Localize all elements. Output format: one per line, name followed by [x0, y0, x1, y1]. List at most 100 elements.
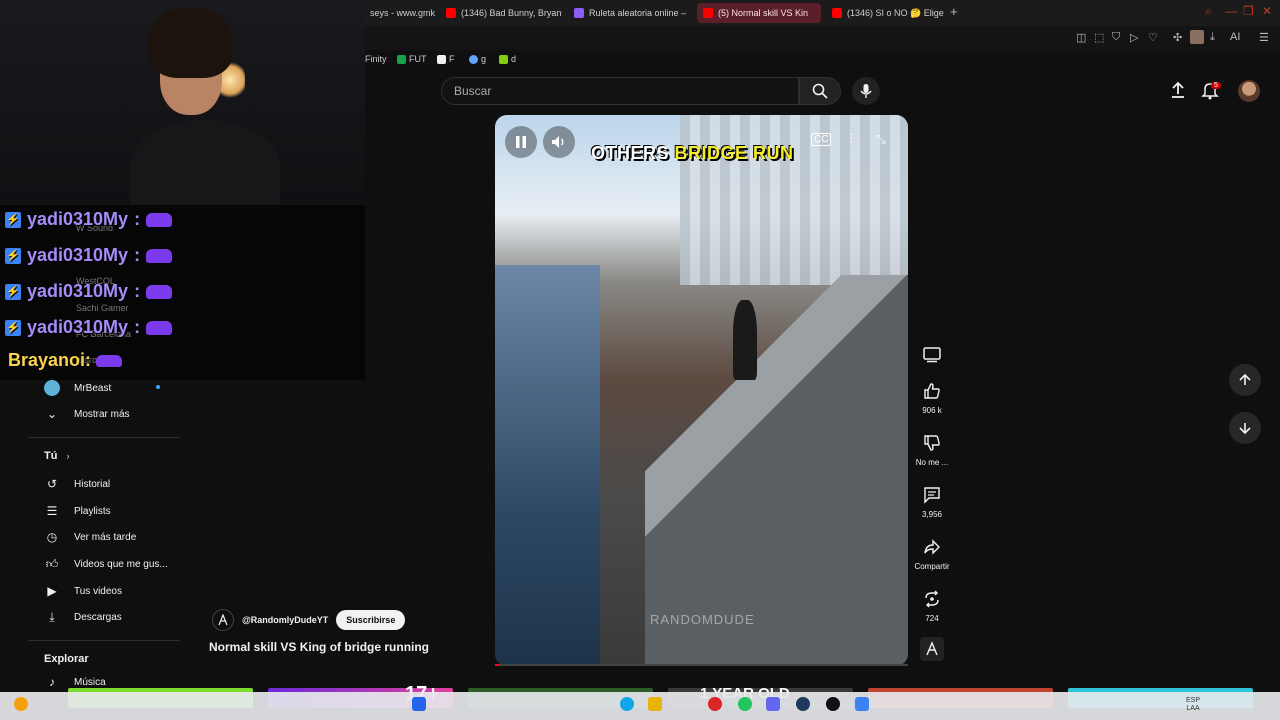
sidebar-item-downloads[interactable]: ⤓ Descargas: [44, 609, 121, 625]
chat-message: ⚡ yadi0310My :: [5, 209, 173, 230]
sidebar-you-heading[interactable]: Tú ›: [44, 450, 70, 462]
bookmark-icon[interactable]: ◫: [1076, 31, 1086, 44]
platform-icon: ⚡: [5, 211, 21, 228]
fullscreen-icon[interactable]: ⤡: [876, 132, 886, 147]
volume-button[interactable]: [543, 126, 575, 158]
channel-name-link[interactable]: @RandomlyDudeYT: [242, 615, 328, 625]
new-tab-button[interactable]: +: [950, 4, 958, 19]
chevron-right-icon: ›: [66, 451, 70, 461]
menu-icon[interactable]: ☰: [1259, 31, 1269, 44]
short-video-player[interactable]: OTHERS BRIDGE RUN CC ⋮ ⤡ RANDOMDUDE: [495, 115, 908, 666]
bookmark-item[interactable]: Finity: [365, 54, 387, 64]
keyboard-language-indicator[interactable]: ESP LAA: [1186, 697, 1200, 713]
info-panel-icon: [920, 343, 944, 367]
chat-separator: :: [134, 317, 141, 337]
discord-icon[interactable]: [766, 697, 780, 711]
sidebar-item-watch-later[interactable]: ◷ Ver más tarde: [44, 529, 137, 545]
sidebar-divider: [28, 640, 180, 641]
download-icon[interactable]: ⤓: [1210, 31, 1215, 44]
chat-message: ⚡ yadi0310My :: [5, 245, 173, 266]
maximize-icon[interactable]: ❐: [1243, 4, 1254, 18]
sidebar-item-mrbeast[interactable]: MrBeast: [44, 380, 111, 396]
play-icon[interactable]: ▷: [1130, 31, 1138, 44]
opera-icon[interactable]: [708, 697, 722, 711]
obs-icon[interactable]: [826, 697, 840, 711]
dislike-label: No me ...: [915, 458, 949, 467]
video-frame-water: [495, 265, 600, 666]
upload-icon: [1172, 81, 1184, 98]
browser-tab-active[interactable]: (5) Normal skill VS Kin: [697, 3, 821, 23]
channel-row: @RandomlyDudeYT Suscribirse: [212, 609, 406, 631]
tab-label: (1346) SI o NO 🤔 Elige un: [847, 7, 946, 18]
video-progress-track[interactable]: [495, 664, 908, 666]
subscribe-button[interactable]: Suscribirse: [336, 610, 406, 630]
platform-icon: ⚡: [5, 283, 21, 300]
search-tabs-icon[interactable]: ⌕: [1205, 4, 1212, 19]
browser-tab[interactable]: Ruleta aleatoria online – ru: [568, 3, 688, 23]
app-icon[interactable]: [855, 697, 869, 711]
bookmark-item[interactable]: F: [437, 54, 455, 64]
more-options-icon[interactable]: ⋮: [845, 131, 857, 145]
extensions-icon[interactable]: ✣: [1173, 31, 1182, 44]
emote-icon: [146, 320, 173, 335]
steam-icon[interactable]: [796, 697, 810, 711]
file-explorer-icon[interactable]: [648, 697, 662, 711]
downloads-icon: ⤓: [49, 609, 55, 624]
sidebar-item-history[interactable]: ↺ Historial: [44, 476, 110, 492]
next-short-button[interactable]: [1229, 412, 1261, 444]
video-caption-overlay: OTHERS BRIDGE RUN: [591, 143, 794, 163]
remix-button[interactable]: 724: [902, 587, 962, 623]
remix-count: 724: [925, 614, 939, 623]
video-watermark: RANDOMDUDE: [650, 612, 755, 627]
bookmark-item[interactable]: d: [499, 54, 516, 64]
notification-count-badge: 5: [1211, 82, 1221, 89]
like-button[interactable]: 906 k: [902, 379, 962, 415]
browser-tab[interactable]: seys - www.gmk: [364, 3, 436, 23]
shield-icon[interactable]: ⛉: [1112, 31, 1120, 44]
profile-icon[interactable]: [1190, 30, 1204, 44]
bookmark-item[interactable]: FUT: [397, 54, 427, 64]
close-icon[interactable]: ✕: [1262, 4, 1272, 18]
chat-separator: :: [134, 209, 141, 229]
share-button[interactable]: Compartir: [902, 535, 962, 571]
pause-button[interactable]: [505, 126, 537, 158]
chat-separator: :: [134, 245, 141, 265]
streamer-hair-image: [148, 8, 233, 78]
browser-tab[interactable]: (1346) SI o NO 🤔 Elige un: [826, 3, 946, 23]
like-count: 906 k: [922, 406, 942, 415]
spotify-icon[interactable]: [738, 697, 752, 711]
sidebar-show-more[interactable]: ⌄ Mostrar más: [44, 406, 130, 422]
your-videos-icon: ▶: [47, 584, 57, 598]
bookmark-item[interactable]: g: [469, 54, 486, 64]
start-icon[interactable]: [14, 697, 28, 711]
previous-short-button[interactable]: [1229, 364, 1261, 396]
windows-icon[interactable]: [412, 697, 426, 711]
dislike-button[interactable]: No me ...: [902, 431, 962, 467]
video-info-button[interactable]: [902, 343, 962, 367]
voice-search-button[interactable]: [852, 77, 880, 105]
sidebar-item-liked-videos[interactable]: 👍︎ Videos que me gus...: [44, 556, 168, 572]
browser-tab[interactable]: (1346) Bad Bunny, Bryant: [440, 3, 562, 23]
d-icon: [499, 54, 508, 64]
captions-icon[interactable]: CC: [811, 133, 832, 146]
upload-button[interactable]: [1168, 80, 1188, 105]
chat-username: yadi0310My: [27, 317, 129, 337]
edge-icon[interactable]: [620, 697, 634, 711]
search-placeholder: Buscar: [454, 84, 492, 98]
minimize-icon[interactable]: —: [1225, 4, 1237, 18]
chevron-down-icon: ⌄: [46, 407, 58, 421]
sound-button[interactable]: [902, 637, 962, 661]
ai-label[interactable]: AI: [1230, 31, 1240, 43]
comments-button[interactable]: 3,956: [902, 483, 962, 519]
search-input[interactable]: Buscar: [441, 77, 799, 105]
sidebar-item-your-videos[interactable]: ▶ Tus videos: [44, 583, 122, 599]
search-icon: [812, 83, 828, 99]
comment-icon: [920, 483, 944, 507]
heart-icon[interactable]: ♡: [1148, 31, 1158, 44]
sidebar-item-playlists[interactable]: ☰ Playlists: [44, 503, 111, 519]
account-avatar[interactable]: [1238, 80, 1260, 102]
search-button[interactable]: [799, 77, 841, 105]
streamer-body-image: [130, 120, 280, 205]
channel-avatar[interactable]: [212, 609, 234, 631]
screenshot-icon[interactable]: ⬚: [1094, 31, 1104, 44]
